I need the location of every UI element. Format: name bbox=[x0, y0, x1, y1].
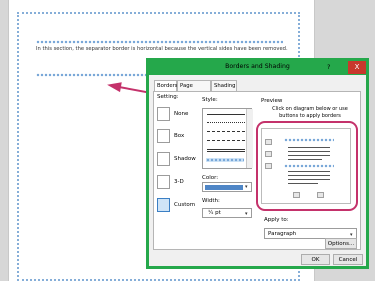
setting-box-icon[interactable] bbox=[157, 129, 170, 143]
style-option-dash-dot[interactable] bbox=[207, 140, 245, 141]
style-list-scrollbar[interactable] bbox=[246, 109, 253, 168]
document-body-text[interactable]: In this section, the separator border is… bbox=[36, 46, 288, 52]
preview-highlight-annotation bbox=[256, 121, 358, 211]
setting-label: Setting: bbox=[157, 94, 179, 100]
setting-none-label[interactable]: None bbox=[174, 111, 188, 117]
width-dropdown[interactable]: ¼ pt ▾ bbox=[202, 208, 252, 218]
setting-shadow-icon[interactable] bbox=[157, 152, 170, 166]
color-label: Color: bbox=[202, 175, 219, 181]
setting-box-label[interactable]: Box bbox=[174, 133, 184, 139]
top-wavy-border bbox=[36, 40, 283, 44]
setting-3d-label[interactable]: 3-D bbox=[174, 179, 184, 185]
tab-page-border[interactable]: Page Border bbox=[177, 80, 211, 100]
preview-hint: Click on diagram below or use buttons to… bbox=[272, 106, 348, 119]
tab-shading[interactable]: Shading bbox=[211, 80, 237, 91]
cancel-button[interactable]: Cancel bbox=[333, 254, 363, 265]
setting-custom-icon[interactable] bbox=[157, 198, 170, 212]
help-button[interactable]: ? bbox=[327, 63, 330, 71]
style-option-double[interactable] bbox=[207, 149, 245, 152]
style-option-dashed[interactable] bbox=[207, 131, 245, 132]
color-dropdown[interactable]: ▾ bbox=[202, 182, 252, 192]
width-label: Width: bbox=[202, 198, 220, 204]
style-list[interactable] bbox=[202, 108, 253, 169]
chevron-down-icon[interactable]: ▾ bbox=[245, 184, 248, 190]
style-option-solid[interactable] bbox=[207, 114, 245, 115]
setting-shadow-label[interactable]: Shadow bbox=[174, 156, 196, 162]
tab-borders[interactable]: Borders bbox=[154, 80, 178, 91]
chevron-down-icon[interactable]: ▾ bbox=[245, 210, 248, 219]
setting-none-icon[interactable] bbox=[157, 107, 170, 121]
dialog-title: Borders and Shading bbox=[225, 63, 290, 70]
apply-to-label: Apply to: bbox=[264, 217, 289, 223]
style-option-dotted[interactable] bbox=[207, 122, 245, 123]
ok-button[interactable]: OK bbox=[301, 254, 330, 265]
style-option-wavy-selected[interactable] bbox=[206, 158, 244, 162]
separator-wavy-border bbox=[36, 73, 146, 77]
apply-to-value: Paragraph bbox=[268, 231, 297, 237]
style-label: Style: bbox=[202, 97, 218, 103]
options-button[interactable]: Options... bbox=[325, 238, 357, 249]
setting-3d-icon[interactable] bbox=[157, 175, 170, 189]
close-button[interactable]: X bbox=[348, 61, 366, 74]
setting-custom-label[interactable]: Custom bbox=[174, 202, 195, 208]
preview-label: Preview bbox=[261, 98, 283, 104]
width-value: ¼ pt bbox=[208, 210, 221, 216]
color-swatch bbox=[205, 185, 243, 190]
